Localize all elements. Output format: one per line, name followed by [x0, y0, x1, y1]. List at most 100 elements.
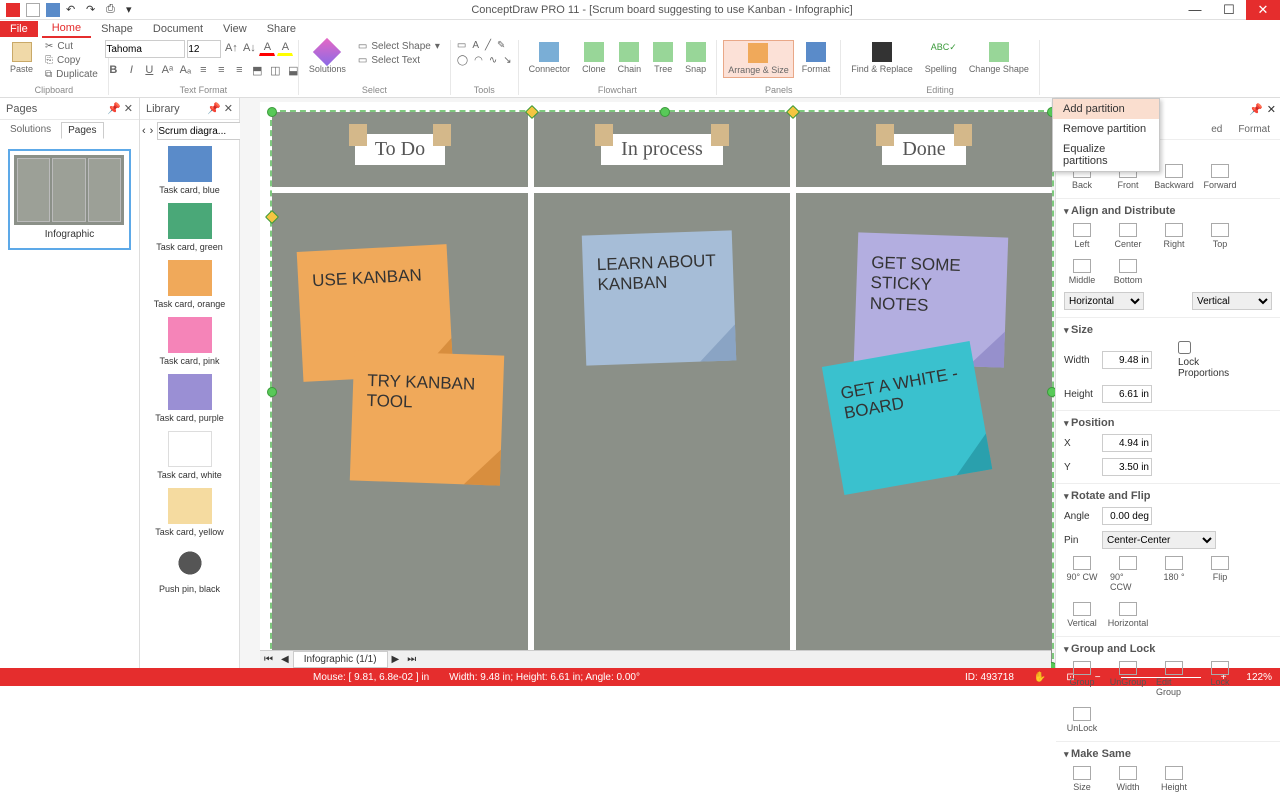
distribute-vert-select[interactable]: Vertical [1192, 292, 1272, 310]
cut-button[interactable]: ✂ Cut [41, 40, 102, 53]
lib-item-pink[interactable]: Task card, pink [140, 313, 239, 370]
tab-nav-prev[interactable]: ◀ [277, 654, 293, 665]
align-top-button[interactable]: Top [1202, 223, 1238, 249]
lib-item-orange[interactable]: Task card, orange [140, 256, 239, 313]
highlight-icon[interactable]: A [277, 40, 293, 56]
ellipse-tool-icon[interactable]: ◯ [457, 55, 468, 66]
lock-button[interactable]: Lock [1202, 661, 1238, 697]
select-text-button[interactable]: ▭ Select Text [354, 54, 444, 67]
pen-tool-icon[interactable]: ✎ [497, 40, 505, 51]
italic-button[interactable]: I [123, 62, 139, 78]
props-tab-ed[interactable]: ed [1205, 122, 1228, 137]
ungroup-button[interactable]: UnGroup [1110, 661, 1146, 697]
page-thumbnail[interactable]: Infographic [8, 149, 131, 250]
lib-prev-icon[interactable]: ‹ [142, 125, 146, 137]
file-menu[interactable]: File [0, 21, 38, 37]
snap-button[interactable]: Snap [681, 40, 710, 76]
kanban-board[interactable]: To Do USE KANBAN TRY KANBAN TOOL In proc… [272, 112, 1052, 667]
pin-select[interactable]: Center-Center [1102, 531, 1216, 549]
tab-nav-first[interactable]: ⏮ [260, 654, 277, 665]
text-tool-icon[interactable]: A [472, 40, 479, 51]
align-center-icon[interactable]: ≡ [213, 62, 229, 78]
paste-button[interactable]: Paste [6, 40, 37, 76]
height-input[interactable] [1102, 385, 1152, 403]
superscript-icon[interactable]: Aᵃ [159, 62, 175, 78]
close-panel-icon[interactable]: ✕ [1267, 103, 1276, 116]
flip-button[interactable]: Flip [1202, 556, 1238, 592]
minimize-button[interactable]: — [1178, 0, 1212, 20]
copy-button[interactable]: ⎘ Copy [41, 54, 102, 67]
change-shape-button[interactable]: Change Shape [965, 40, 1033, 76]
underline-button[interactable]: U [141, 62, 157, 78]
align-left-icon[interactable]: ≡ [195, 62, 211, 78]
lock-proportions-checkbox[interactable] [1178, 341, 1191, 354]
ctx-add-partition[interactable]: Add partition [1053, 99, 1159, 119]
edit-group-button[interactable]: Edit Group [1156, 661, 1192, 697]
tab-nav-next[interactable]: ▶ [388, 654, 404, 665]
font-size-input[interactable] [187, 40, 221, 58]
lib-item-white[interactable]: Task card, white [140, 427, 239, 484]
select-shape-button[interactable]: ▭ Select Shape ▾ [354, 40, 444, 53]
subscript-icon[interactable]: Aₐ [177, 62, 193, 78]
close-button[interactable]: ✕ [1246, 0, 1280, 20]
connector-tool-icon[interactable]: ↘ [503, 55, 511, 66]
decrease-font-icon[interactable]: A↓ [241, 40, 257, 56]
increase-font-icon[interactable]: A↑ [223, 40, 239, 56]
save-icon[interactable] [46, 3, 60, 17]
new-icon[interactable] [26, 3, 40, 17]
order-forward-button[interactable]: Forward [1202, 164, 1238, 190]
props-tab-format[interactable]: Format [1232, 122, 1276, 137]
same-height-button[interactable]: Height [1156, 766, 1192, 792]
spelling-button[interactable]: ABC✓Spelling [921, 40, 961, 76]
canvas-area[interactable]: To Do USE KANBAN TRY KANBAN TOOL In proc… [240, 98, 1055, 668]
pin-icon[interactable]: 📌 [1249, 103, 1263, 116]
same-size-button[interactable]: Size [1064, 766, 1100, 792]
rotate-ccw-button[interactable]: 90° CCW [1110, 556, 1146, 592]
redo-icon[interactable]: ↷ [86, 3, 100, 17]
rotate-180-button[interactable]: 180 ° [1156, 556, 1192, 592]
lib-item-purple[interactable]: Task card, purple [140, 370, 239, 427]
undo-icon[interactable]: ↶ [66, 3, 80, 17]
print-icon[interactable]: ⎙ [106, 3, 120, 17]
find-replace-button[interactable]: Find & Replace [847, 40, 917, 76]
connector-button[interactable]: Connector [525, 40, 575, 76]
menu-dropdown-icon[interactable]: ▾ [126, 3, 140, 17]
menu-share[interactable]: Share [257, 21, 306, 37]
sticky-whiteboard[interactable]: GET A WHITE -BOARD [822, 341, 992, 495]
align-center-button[interactable]: Center [1110, 223, 1146, 249]
font-select[interactable] [105, 40, 185, 58]
pages-tab[interactable]: Pages [61, 122, 103, 139]
arrange-size-button[interactable]: Arrange & Size [723, 40, 794, 78]
align-left-button[interactable]: Left [1064, 223, 1100, 249]
duplicate-button[interactable]: ⧉ Duplicate [41, 68, 102, 81]
menu-document[interactable]: Document [143, 21, 213, 37]
lib-item-green[interactable]: Task card, green [140, 199, 239, 256]
distribute-horiz-select[interactable]: Horizontal [1064, 292, 1144, 310]
y-input[interactable] [1102, 458, 1152, 476]
sticky-learn-kanban[interactable]: LEARN ABOUT KANBAN [582, 230, 736, 365]
width-input[interactable] [1102, 351, 1152, 369]
clone-button[interactable]: Clone [578, 40, 610, 76]
curve-tool-icon[interactable]: ∿ [489, 55, 497, 66]
same-width-button[interactable]: Width [1110, 766, 1146, 792]
hand-tool-icon[interactable]: ✋ [1034, 672, 1046, 683]
solutions-tab[interactable]: Solutions [4, 122, 57, 139]
align-mid-icon[interactable]: ◫ [267, 62, 283, 78]
lib-next-icon[interactable]: › [150, 125, 154, 137]
angle-input[interactable] [1102, 507, 1152, 525]
align-bottom-button[interactable]: Bottom [1110, 259, 1146, 285]
arc-tool-icon[interactable]: ◠ [474, 55, 483, 66]
tab-nav-last[interactable]: ⏭ [403, 654, 420, 665]
format-panel-button[interactable]: Format [798, 40, 835, 76]
line-tool-icon[interactable]: ╱ [485, 40, 491, 51]
rotate-cw-button[interactable]: 90° CW [1064, 556, 1100, 592]
align-right-button[interactable]: Right [1156, 223, 1192, 249]
tree-button[interactable]: Tree [649, 40, 677, 76]
page-tab[interactable]: Infographic (1/1) [293, 651, 388, 668]
ctx-equalize-partitions[interactable]: Equalize partitions [1053, 139, 1159, 171]
lib-item-yellow[interactable]: Task card, yellow [140, 484, 239, 541]
unlock-button[interactable]: UnLock [1064, 707, 1100, 733]
rect-tool-icon[interactable]: ▭ [457, 40, 466, 51]
lib-item-blue[interactable]: Task card, blue [140, 142, 239, 199]
lib-item-pushpin[interactable]: Push pin, black [140, 541, 239, 598]
